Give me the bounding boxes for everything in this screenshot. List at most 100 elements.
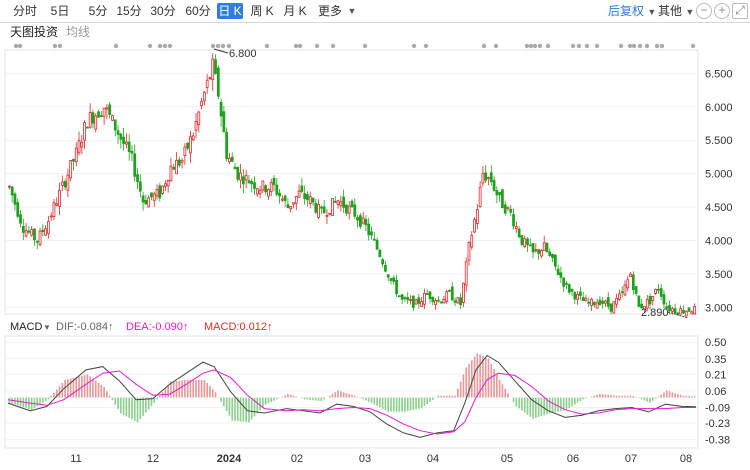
event-dot[interactable] — [545, 43, 551, 49]
other-dropdown[interactable]: 其他 ▼ — [658, 3, 694, 19]
candle — [108, 101, 112, 119]
event-dot[interactable] — [113, 43, 119, 49]
event-dot[interactable] — [528, 43, 534, 49]
candle — [74, 142, 78, 167]
candle — [33, 227, 36, 246]
event-dot[interactable] — [532, 43, 538, 49]
tab-period-8[interactable]: 月 K — [281, 3, 309, 19]
low-label: 2.890 — [641, 307, 669, 319]
candle — [80, 134, 84, 155]
candlestick-series — [8, 53, 696, 317]
event-dot[interactable] — [493, 43, 499, 49]
event-dot[interactable] — [631, 43, 637, 49]
tab-period-4[interactable]: 30分 — [148, 3, 178, 19]
candle — [219, 98, 223, 127]
event-dot[interactable] — [627, 43, 633, 49]
tab-period-9[interactable]: 更多 — [315, 3, 345, 19]
candle — [264, 184, 268, 195]
period-toolbar: 分时 5日 5分 15分 30分 60分日 K周 K月 K 更多 ▼ 后复权 ▼ 其他 ▼ −… — [0, 0, 750, 23]
tab-period-2[interactable]: 5分 — [86, 3, 110, 19]
plus-circle-icon[interactable]: + — [714, 3, 730, 19]
tab-period-7[interactable]: 周 K — [248, 3, 276, 19]
candle — [164, 180, 167, 191]
event-dot[interactable] — [576, 43, 582, 49]
event-dot[interactable] — [57, 43, 63, 49]
candle — [690, 310, 694, 315]
event-dot[interactable] — [594, 43, 600, 49]
tab-period-5[interactable]: 60分 — [183, 3, 213, 19]
price-tick: 3.000 — [705, 302, 733, 314]
candle — [180, 158, 184, 169]
event-dot[interactable] — [690, 43, 696, 49]
event-dot[interactable] — [481, 43, 487, 49]
event-dot[interactable] — [52, 43, 58, 49]
adjust-dropdown[interactable]: 后复权 ▼ — [608, 3, 656, 19]
candle — [183, 143, 187, 165]
candle — [651, 296, 655, 306]
tab-period-1[interactable]: 5日 — [47, 3, 73, 19]
fullscreen-icon[interactable]: ⤢ — [732, 3, 748, 19]
event-dot[interactable] — [423, 43, 429, 49]
candle — [367, 217, 371, 241]
event-dot[interactable] — [618, 43, 624, 49]
candle — [300, 177, 304, 194]
candle — [425, 289, 429, 296]
event-dot[interactable] — [297, 43, 303, 49]
candle — [551, 253, 554, 262]
candle — [24, 222, 28, 238]
tab-period-0[interactable]: 分时 — [10, 3, 40, 19]
candle — [166, 179, 170, 193]
candle — [308, 191, 312, 209]
price-tick: 5.000 — [705, 169, 733, 181]
event-dot[interactable] — [264, 43, 270, 49]
macd-tick: 0.50 — [705, 337, 726, 349]
candle — [501, 188, 504, 209]
event-dot[interactable] — [215, 43, 221, 49]
candle — [202, 90, 206, 106]
candle — [222, 106, 226, 133]
event-dot[interactable] — [147, 43, 153, 49]
event-dot[interactable] — [17, 43, 23, 49]
event-dot[interactable] — [293, 43, 299, 49]
candle — [314, 198, 318, 215]
chevron-down-icon[interactable]: ▼ — [347, 3, 357, 19]
candle — [250, 178, 254, 193]
tab-period-3[interactable]: 15分 — [114, 3, 144, 19]
chevron-down-icon: ▼ — [647, 7, 657, 17]
event-dot[interactable] — [659, 43, 665, 49]
candle — [155, 184, 159, 200]
event-dot[interactable] — [362, 43, 368, 49]
tab-period-6[interactable]: 日 K — [217, 3, 243, 19]
candle — [211, 53, 215, 92]
event-dot[interactable] — [537, 43, 543, 49]
minus-circle-icon[interactable]: − — [696, 3, 712, 19]
event-dot[interactable] — [157, 43, 163, 49]
event-dot[interactable] — [13, 43, 19, 49]
event-dot[interactable] — [644, 43, 650, 49]
event-dot[interactable] — [654, 43, 660, 49]
macd-name: MACD — [10, 321, 42, 333]
candle — [462, 282, 465, 307]
event-dot[interactable] — [210, 43, 216, 49]
candle — [548, 248, 552, 257]
event-dot[interactable] — [524, 43, 530, 49]
event-dot[interactable] — [314, 43, 320, 49]
candle — [492, 176, 496, 192]
candle — [111, 114, 114, 122]
event-dot[interactable] — [220, 43, 226, 49]
macd-tick: 0.35 — [705, 354, 726, 366]
event-dot[interactable] — [637, 43, 643, 49]
event-dot[interactable] — [162, 43, 168, 49]
candle — [372, 231, 376, 241]
event-dot[interactable] — [167, 43, 173, 49]
event-dot[interactable] — [411, 43, 417, 49]
chevron-down-icon[interactable]: ▼ — [43, 323, 51, 332]
event-dot[interactable] — [330, 43, 336, 49]
event-dot[interactable] — [584, 43, 590, 49]
candle — [693, 303, 696, 315]
candle — [197, 110, 201, 133]
kline-chart[interactable]: 天图投资 均线 6.500 6.000 5.500 5.000 4.500 4.000 3.… — [0, 22, 750, 470]
event-dot[interactable] — [570, 43, 576, 49]
candle — [378, 248, 382, 258]
candle — [122, 127, 125, 151]
